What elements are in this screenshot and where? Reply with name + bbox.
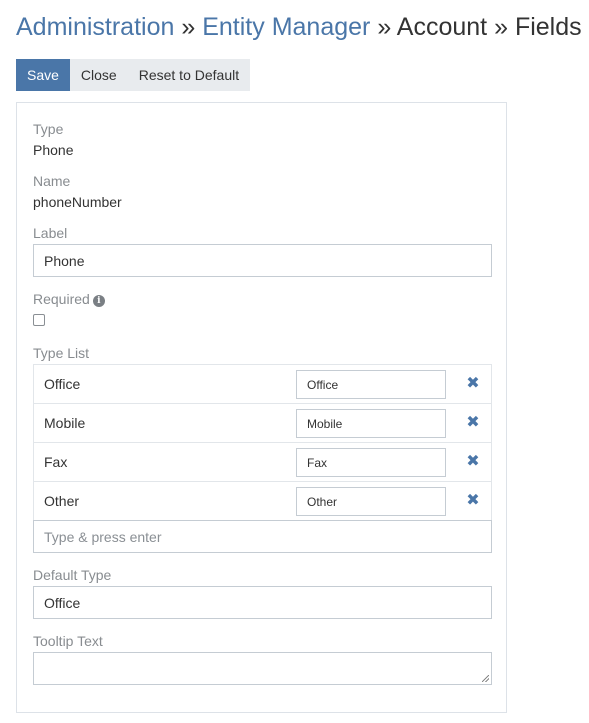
type-option-translation-input[interactable]: Fax	[296, 448, 446, 477]
type-value: Phone	[33, 142, 74, 158]
resize-handle[interactable]	[482, 675, 489, 682]
required-checkbox[interactable]	[33, 314, 45, 326]
label-input[interactable]: Phone	[33, 244, 492, 277]
close-icon[interactable]: ✖	[465, 493, 481, 509]
required-label: Required i	[33, 290, 105, 308]
type-option-name: Fax	[44, 454, 68, 470]
list-item[interactable]: Other Other ✖	[34, 482, 491, 521]
info-icon[interactable]: i	[92, 295, 105, 307]
type-option-name: Other	[44, 493, 80, 509]
tooltip-text-label: Tooltip Text	[33, 633, 103, 649]
type-option-translation-input[interactable]: Mobile	[296, 409, 446, 438]
close-icon[interactable]: ✖	[465, 454, 481, 470]
breadcrumb-administration[interactable]: Administration	[16, 13, 174, 41]
list-item[interactable]: Mobile Mobile ✖	[34, 404, 491, 443]
type-list-label: Type List	[33, 345, 90, 361]
close-icon[interactable]: ✖	[465, 376, 481, 392]
type-list: Office Office ✖ Mobile Mobile ✖ Fax Fax …	[33, 364, 492, 522]
required-label-text: Required	[33, 291, 90, 307]
close-button[interactable]: Close	[69, 59, 128, 91]
breadcrumb-fields: Fields	[514, 13, 582, 41]
breadcrumb-separator: »	[181, 13, 196, 41]
default-type-select[interactable]: Office	[33, 586, 492, 619]
close-icon[interactable]: ✖	[465, 415, 481, 431]
type-option-translation-input[interactable]: Office	[296, 370, 446, 399]
name-value: phoneNumber	[33, 194, 122, 210]
type-option-name: Office	[44, 376, 81, 392]
breadcrumb-entity-manager[interactable]: Entity Manager	[202, 13, 370, 41]
type-option-translation-input[interactable]: Other	[296, 487, 446, 516]
field-edit-panel: Type Phone Name phoneNumber Label Phone …	[16, 102, 507, 713]
name-label: Name	[33, 173, 71, 189]
list-item[interactable]: Fax Fax ✖	[34, 443, 491, 482]
breadcrumb-separator: »	[377, 13, 392, 41]
breadcrumb-separator: »	[494, 13, 508, 41]
toolbar: Save Close Reset to Default	[16, 59, 251, 91]
type-label: Type	[33, 121, 64, 137]
page-title: Administration » Entity Manager » Accoun…	[16, 10, 582, 44]
breadcrumb-account: Account	[396, 13, 488, 41]
tooltip-text-textarea[interactable]	[33, 652, 492, 685]
type-option-name: Mobile	[44, 415, 86, 431]
add-type-input[interactable]: Type & press enter	[33, 520, 492, 553]
default-type-label: Default Type	[33, 567, 112, 583]
save-button[interactable]: Save	[16, 59, 70, 91]
list-item[interactable]: Office Office ✖	[34, 365, 491, 404]
reset-to-default-button[interactable]: Reset to Default	[127, 59, 251, 91]
label-label: Label	[33, 225, 68, 241]
